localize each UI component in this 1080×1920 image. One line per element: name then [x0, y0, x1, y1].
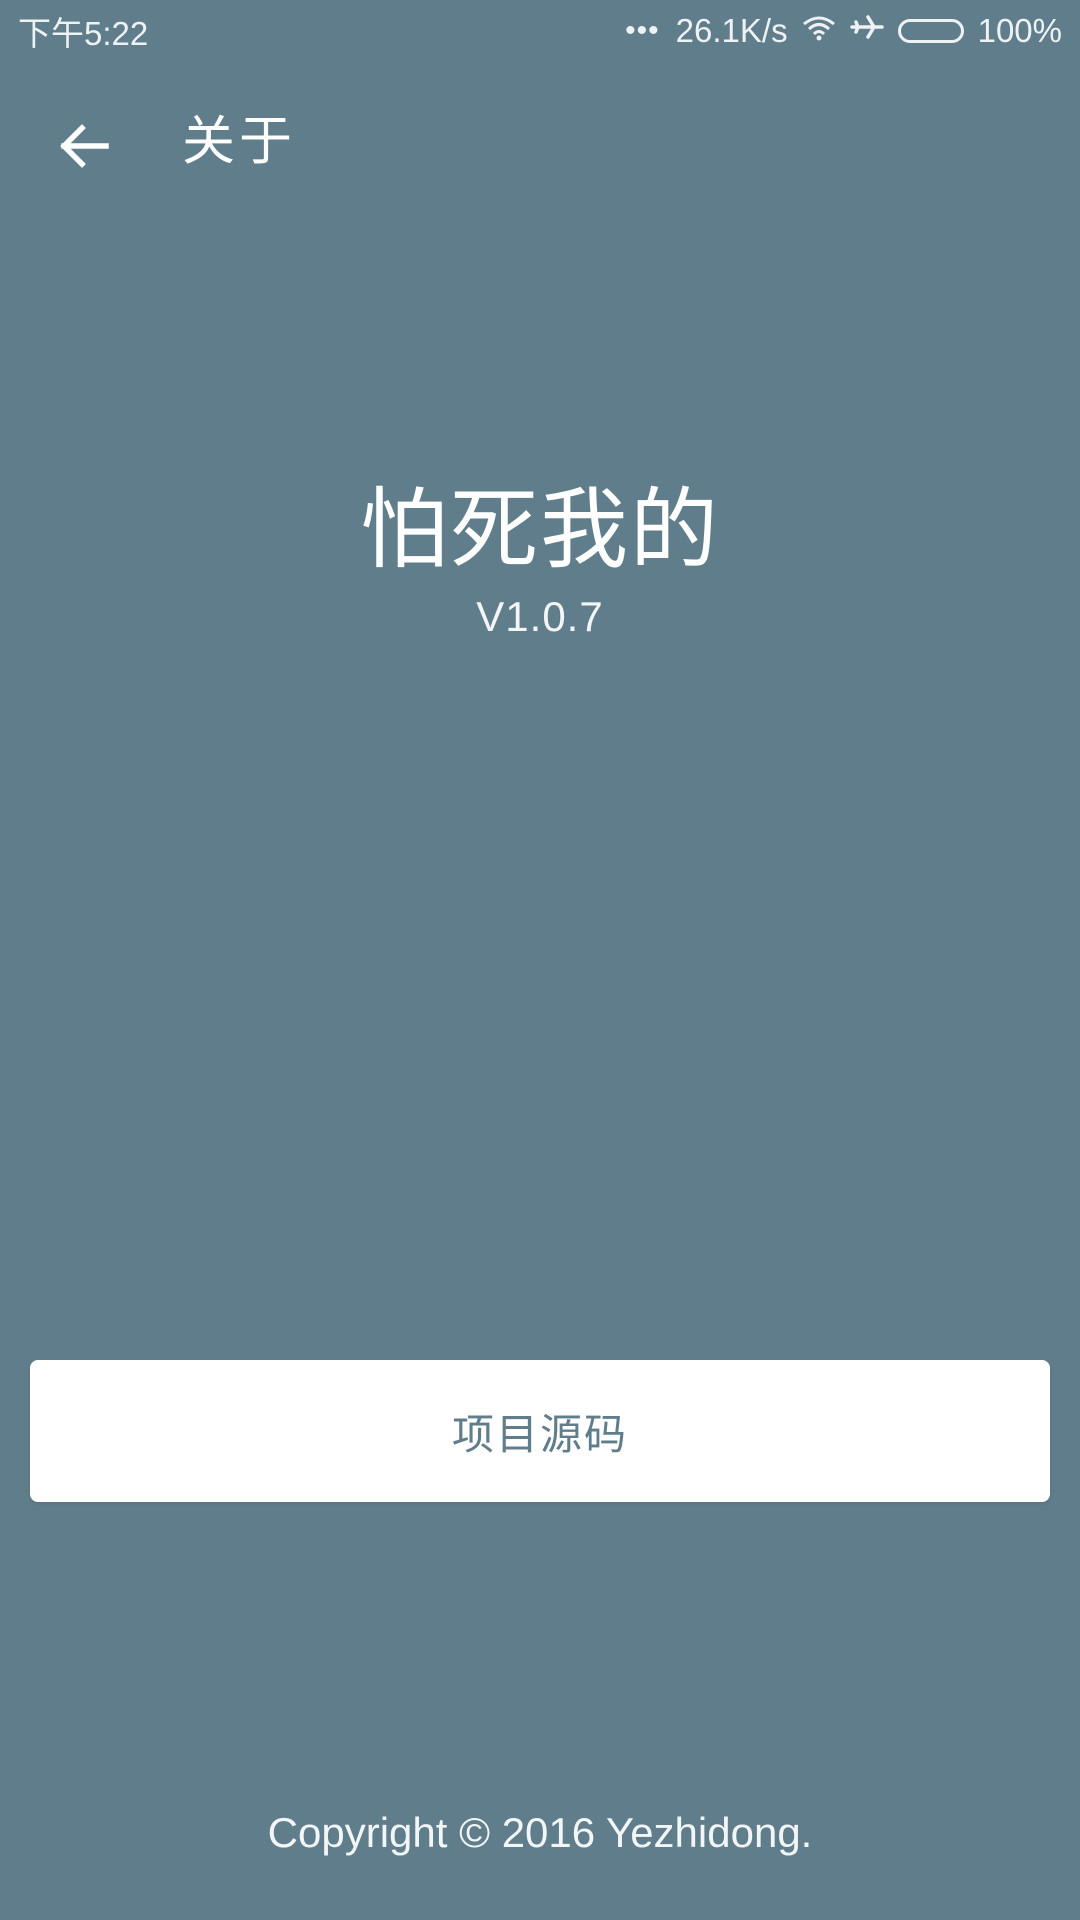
battery-percent: 100% — [977, 12, 1062, 49]
page-title: 关于 — [182, 111, 296, 172]
battery-icon — [897, 19, 964, 43]
project-source-button[interactable]: 项目源码 — [30, 1360, 1050, 1502]
back-button[interactable] — [44, 112, 124, 180]
app-name: 怕死我的 — [359, 478, 720, 581]
project-source-label: 项目源码 — [451, 1409, 628, 1459]
wifi-icon — [802, 12, 836, 50]
more-dots-icon: ••• — [625, 14, 660, 47]
app-version: V1.0.7 — [476, 593, 604, 640]
arrow-left-icon — [60, 124, 109, 168]
status-time: 下午5:22 — [18, 15, 149, 52]
network-speed: 26.1K/s — [675, 12, 788, 49]
status-indicators: ••• 26.1K/s 100% — [625, 12, 1062, 50]
app-toolbar: 关于 — [0, 92, 1080, 200]
copyright-text: Copyright © 2016 Yezhidong. — [267, 1809, 813, 1856]
status-bar: 下午5:22 ••• 26.1K/s 100% — [0, 0, 1080, 62]
airplane-mode-icon — [849, 12, 884, 50]
